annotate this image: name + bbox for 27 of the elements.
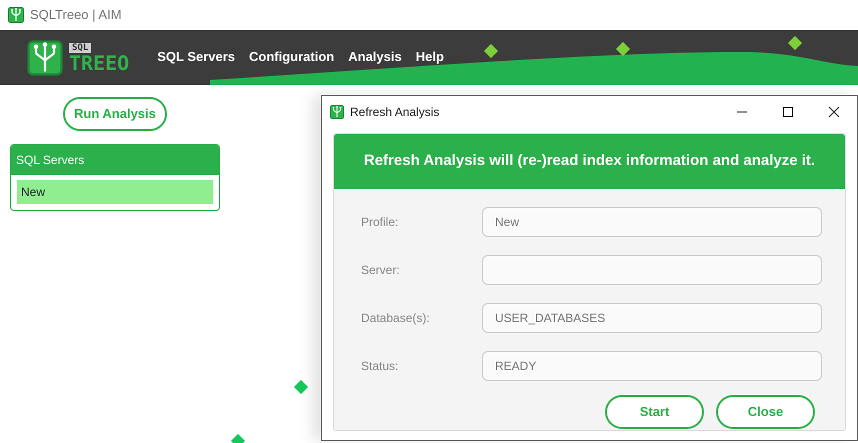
logo-badge: SQL <box>69 42 92 52</box>
input-field[interactable] <box>482 254 822 284</box>
app-icon <box>8 7 24 23</box>
tree-logo-icon <box>27 40 63 76</box>
field-label: Profile: <box>360 214 400 230</box>
input-field[interactable]: USER_DATABASES <box>482 302 822 332</box>
nav-link[interactable]: Analysis <box>348 46 402 66</box>
run-analysis-button[interactable]: Run Analysis <box>63 97 167 130</box>
panel-header: SQL Servers <box>11 144 219 174</box>
input-field[interactable]: New <box>482 206 822 236</box>
nav-link[interactable]: SQL Servers <box>157 46 236 66</box>
app-icon <box>330 105 344 119</box>
nav-link[interactable]: Configuration <box>249 46 334 66</box>
close-icon[interactable] <box>828 106 840 118</box>
dialog-banner: Refresh Analysis will (re-)read index information and analyze it. <box>334 134 845 188</box>
nav-link[interactable]: Help <box>416 46 444 66</box>
server-item[interactable]: New <box>17 180 213 204</box>
dialog-button[interactable]: Close <box>716 394 815 428</box>
field-label: Server: <box>360 262 401 278</box>
window-title: SQLTreeo | AIM <box>30 6 122 24</box>
field-label: Status: <box>360 358 400 374</box>
dialog-title: Refresh Analysis <box>350 104 440 121</box>
logo-wordmark: TREEO <box>69 52 130 72</box>
dialog-button[interactable]: Start <box>605 394 704 428</box>
field-label: Database(s): <box>360 310 431 326</box>
maximize-icon[interactable] <box>782 106 794 118</box>
input-field[interactable]: READY <box>482 350 822 380</box>
